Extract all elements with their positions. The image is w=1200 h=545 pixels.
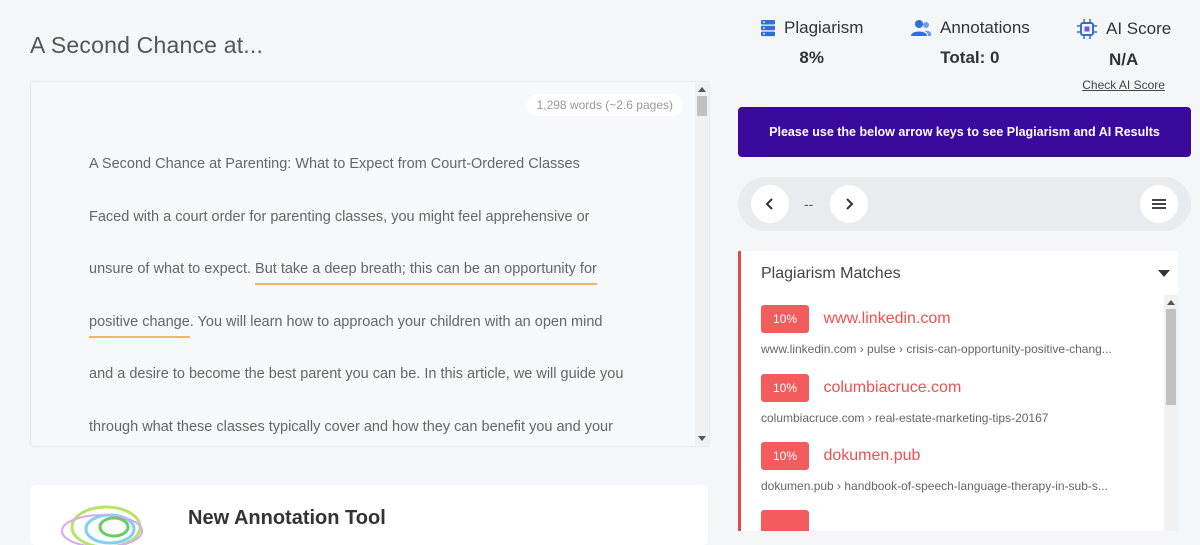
next-result-button[interactable] [830, 185, 868, 223]
annotated-highlight[interactable]: positive change [89, 313, 190, 338]
hamburger-menu-icon [1152, 199, 1166, 209]
match-percent-badge: 10% [761, 374, 809, 402]
document-body[interactable]: A Second Chance at Parenting: What to Ex… [89, 154, 649, 446]
results-navigator: -- [738, 177, 1191, 231]
text-line: unsure of what to expect. But take a dee… [89, 259, 649, 312]
server-stack-icon [760, 19, 776, 37]
plagiarism-metric[interactable]: Plagiarism 8% [760, 18, 863, 68]
annotation-tool-title: New Annotation Tool [188, 507, 386, 529]
ai-score-value: N/A [1108, 50, 1139, 69]
document-title: A Second Chance at... [30, 32, 264, 58]
plagiarism-matches-title: Plagiarism Matches [761, 265, 901, 282]
scroll-up-icon[interactable] [698, 87, 706, 92]
match-item[interactable] [761, 510, 1151, 531]
scrollbar-thumb[interactable] [1166, 309, 1176, 405]
metrics-bar: Plagiarism 8% Annotations Total: 0 AI Sc… [738, 18, 1193, 98]
match-item[interactable]: 10% dokumen.pub dokumen.pub › handbook-o… [761, 442, 1151, 493]
results-instruction-banner: Please use the below arrow keys to see P… [738, 107, 1191, 157]
match-path: www.linkedin.com › pulse › crisis-can-op… [761, 342, 1112, 356]
swirl-logo-icon [61, 505, 143, 545]
document-editor[interactable]: 1,298 words (~2.6 pages) A Second Chance… [30, 81, 710, 447]
results-menu-button[interactable] [1140, 185, 1178, 223]
scrollbar-thumb[interactable] [697, 96, 707, 116]
scroll-up-icon[interactable] [1167, 300, 1175, 305]
match-path: dokumen.pub › handbook-of-speech-languag… [761, 479, 1108, 493]
users-icon [910, 19, 932, 37]
plagiarism-value: 8% [799, 48, 824, 67]
text-line: and a desire to become the best parent y… [89, 366, 624, 382]
matches-scrollbar[interactable] [1164, 295, 1178, 531]
previous-result-button[interactable] [751, 185, 789, 223]
match-item[interactable]: 10% www.linkedin.com www.linkedin.com › … [761, 305, 1151, 356]
match-percent-badge: 10% [761, 442, 809, 470]
ai-score-label: AI Score [1106, 19, 1172, 38]
match-domain-link[interactable]: www.linkedin.com [823, 310, 950, 328]
annotated-highlight[interactable]: But take a deep breath; this can be an o… [255, 261, 597, 285]
match-percent-badge: 10% [761, 305, 809, 333]
match-domain-link[interactable]: dokumen.pub [823, 447, 920, 465]
text-line: positive change. You will learn how to a… [89, 312, 649, 365]
annotations-label: Annotations [940, 18, 1030, 37]
text-line: through what these classes typically cov… [89, 418, 613, 435]
text-line: Faced with a court order for parenting c… [89, 208, 590, 225]
annotations-value: Total: 0 [940, 48, 1000, 67]
match-item[interactable]: 10% columbiacruce.com columbiacruce.com … [761, 374, 1151, 425]
match-path: columbiacruce.com › real-estate-marketin… [761, 411, 1049, 425]
editor-scrollbar[interactable] [695, 82, 709, 446]
plagiarism-label: Plagiarism [784, 18, 864, 37]
ai-score-metric[interactable]: AI Score N/A Check AI Score [1076, 18, 1171, 92]
ai-chip-icon [1076, 18, 1098, 40]
match-domain-link[interactable]: columbiacruce.com [823, 379, 961, 397]
text-line: A Second Chance at Parenting: What to Ex… [89, 156, 580, 172]
result-counter: -- [804, 196, 814, 212]
chevron-left-icon [765, 198, 773, 210]
annotations-metric[interactable]: Annotations Total: 0 [910, 18, 1030, 68]
scroll-down-icon[interactable] [698, 436, 706, 441]
caret-down-icon[interactable] [1158, 270, 1170, 277]
word-count-badge: 1,298 words (~2.6 pages) [526, 94, 683, 116]
chevron-right-icon [846, 198, 854, 210]
annotation-tool-card[interactable]: New Annotation Tool [30, 485, 708, 545]
plagiarism-matches-panel: Plagiarism Matches 10% www.linkedin.com … [738, 251, 1178, 531]
check-ai-score-link[interactable]: Check AI Score [1076, 78, 1171, 92]
match-percent-badge [761, 510, 809, 531]
